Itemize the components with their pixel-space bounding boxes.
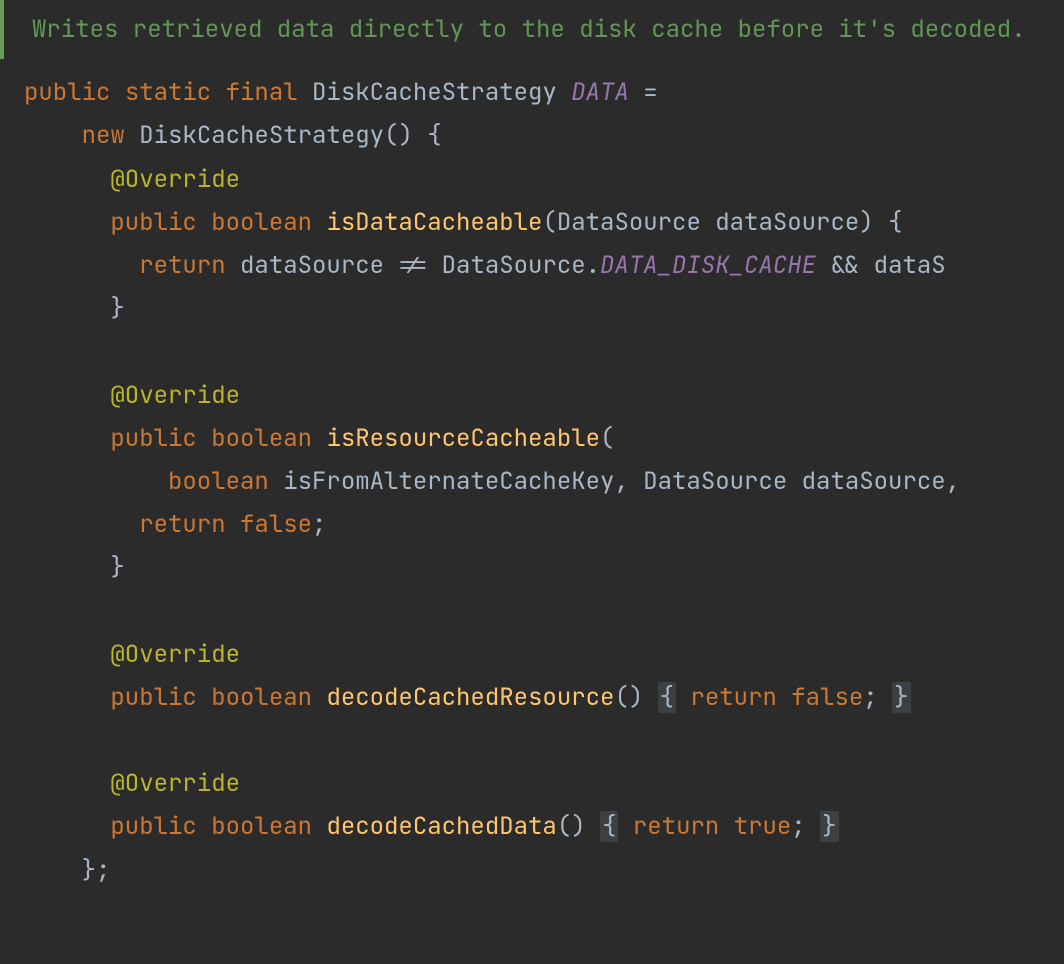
keyword-return-2: return — [139, 509, 225, 540]
comma-1: , — [614, 466, 628, 497]
method-decodecachedresource: decodeCachedResource — [326, 682, 614, 713]
param-datasource-2: dataSource — [802, 466, 946, 497]
paren-open-3: ( — [614, 682, 628, 713]
brace-open-1: { — [888, 207, 902, 238]
keyword-public-1: public — [110, 207, 196, 238]
folded-brace-close-1[interactable]: } — [892, 682, 910, 713]
brace-open: { — [427, 120, 441, 151]
type-diskcachestrategy: DiskCacheStrategy — [312, 77, 557, 108]
brace-close-1: } — [110, 293, 124, 324]
keyword-boolean-1: boolean — [211, 207, 312, 238]
const-data-disk-cache: DATA_DISK_CACHE — [600, 250, 816, 281]
method-isdatacacheable: isDataCacheable — [326, 207, 542, 238]
code-block[interactable]: public static final DiskCacheStrategy DA… — [0, 71, 1064, 892]
operator-eq: = — [643, 77, 657, 108]
semi-2: ; — [863, 682, 877, 713]
paren-close-4: ) — [571, 811, 585, 842]
keyword-public-4: public — [110, 811, 196, 842]
paren-open-1: ( — [542, 207, 556, 238]
param-datasource-1: dataSource — [715, 207, 859, 238]
javadoc-text: Writes retrieved data directly to the di… — [32, 14, 1026, 45]
literal-false-1: false — [240, 509, 312, 540]
keyword-final: final — [226, 77, 298, 108]
paren-open-2: ( — [600, 423, 614, 454]
param-isfromalternate: isFromAlternateCacheKey — [283, 466, 614, 497]
javadoc-comment: Writes retrieved data directly to the di… — [0, 0, 1064, 59]
keyword-boolean-3: boolean — [168, 466, 269, 497]
comma-2: , — [946, 466, 960, 497]
annotation-override-2: @Override — [110, 380, 240, 411]
annotation-override-1: @Override — [110, 164, 240, 195]
keyword-public-2: public — [110, 423, 196, 454]
operator-and: && — [830, 250, 859, 281]
semi-3: ; — [791, 811, 805, 842]
keyword-new: new — [82, 120, 125, 151]
paren-close: ) — [398, 120, 412, 151]
method-decodecacheddata: decodeCachedData — [326, 811, 556, 842]
folded-brace-close-2[interactable]: } — [820, 811, 838, 842]
keyword-boolean-5: boolean — [211, 811, 312, 842]
annotation-override-4: @Override — [110, 768, 240, 799]
keyword-boolean-4: boolean — [211, 682, 312, 713]
brace-close-2: } — [110, 552, 124, 583]
editor-pane[interactable]: Writes retrieved data directly to the di… — [0, 0, 1064, 892]
type-datasource-3: DataSource — [643, 466, 787, 497]
keyword-public-3: public — [110, 682, 196, 713]
type-datasource-2: DataSource — [442, 250, 586, 281]
dot-1: . — [586, 250, 600, 281]
literal-true: true — [734, 811, 792, 842]
folded-brace-open-2[interactable]: { — [600, 811, 618, 842]
keyword-return-4: return — [633, 811, 719, 842]
paren-close-3: ) — [629, 682, 643, 713]
keyword-return-3: return — [690, 682, 776, 713]
type-diskcachestrategy-ctor: DiskCacheStrategy — [139, 120, 384, 151]
field-data: DATA — [571, 77, 629, 108]
keyword-public: public — [24, 77, 110, 108]
semi-1: ; — [312, 509, 326, 540]
operator-ne: != — [398, 250, 427, 281]
literal-false-2: false — [791, 682, 863, 713]
paren-open: ( — [384, 120, 398, 151]
annotation-override-3: @Override — [110, 639, 240, 670]
brace-close-anon: } — [82, 855, 96, 886]
keyword-return-1: return — [139, 250, 225, 281]
keyword-static: static — [125, 77, 211, 108]
method-isresourcecacheable: isResourceCacheable — [326, 423, 600, 454]
paren-close-1: ) — [859, 207, 873, 238]
semi-end: ; — [96, 855, 110, 886]
type-datasource-1: DataSource — [557, 207, 701, 238]
keyword-boolean-2: boolean — [211, 423, 312, 454]
paren-open-4: ( — [557, 811, 571, 842]
id-datas-cut: dataS — [874, 250, 946, 281]
id-datasource-ref: dataSource — [240, 250, 384, 281]
folded-brace-open-1[interactable]: { — [658, 682, 676, 713]
